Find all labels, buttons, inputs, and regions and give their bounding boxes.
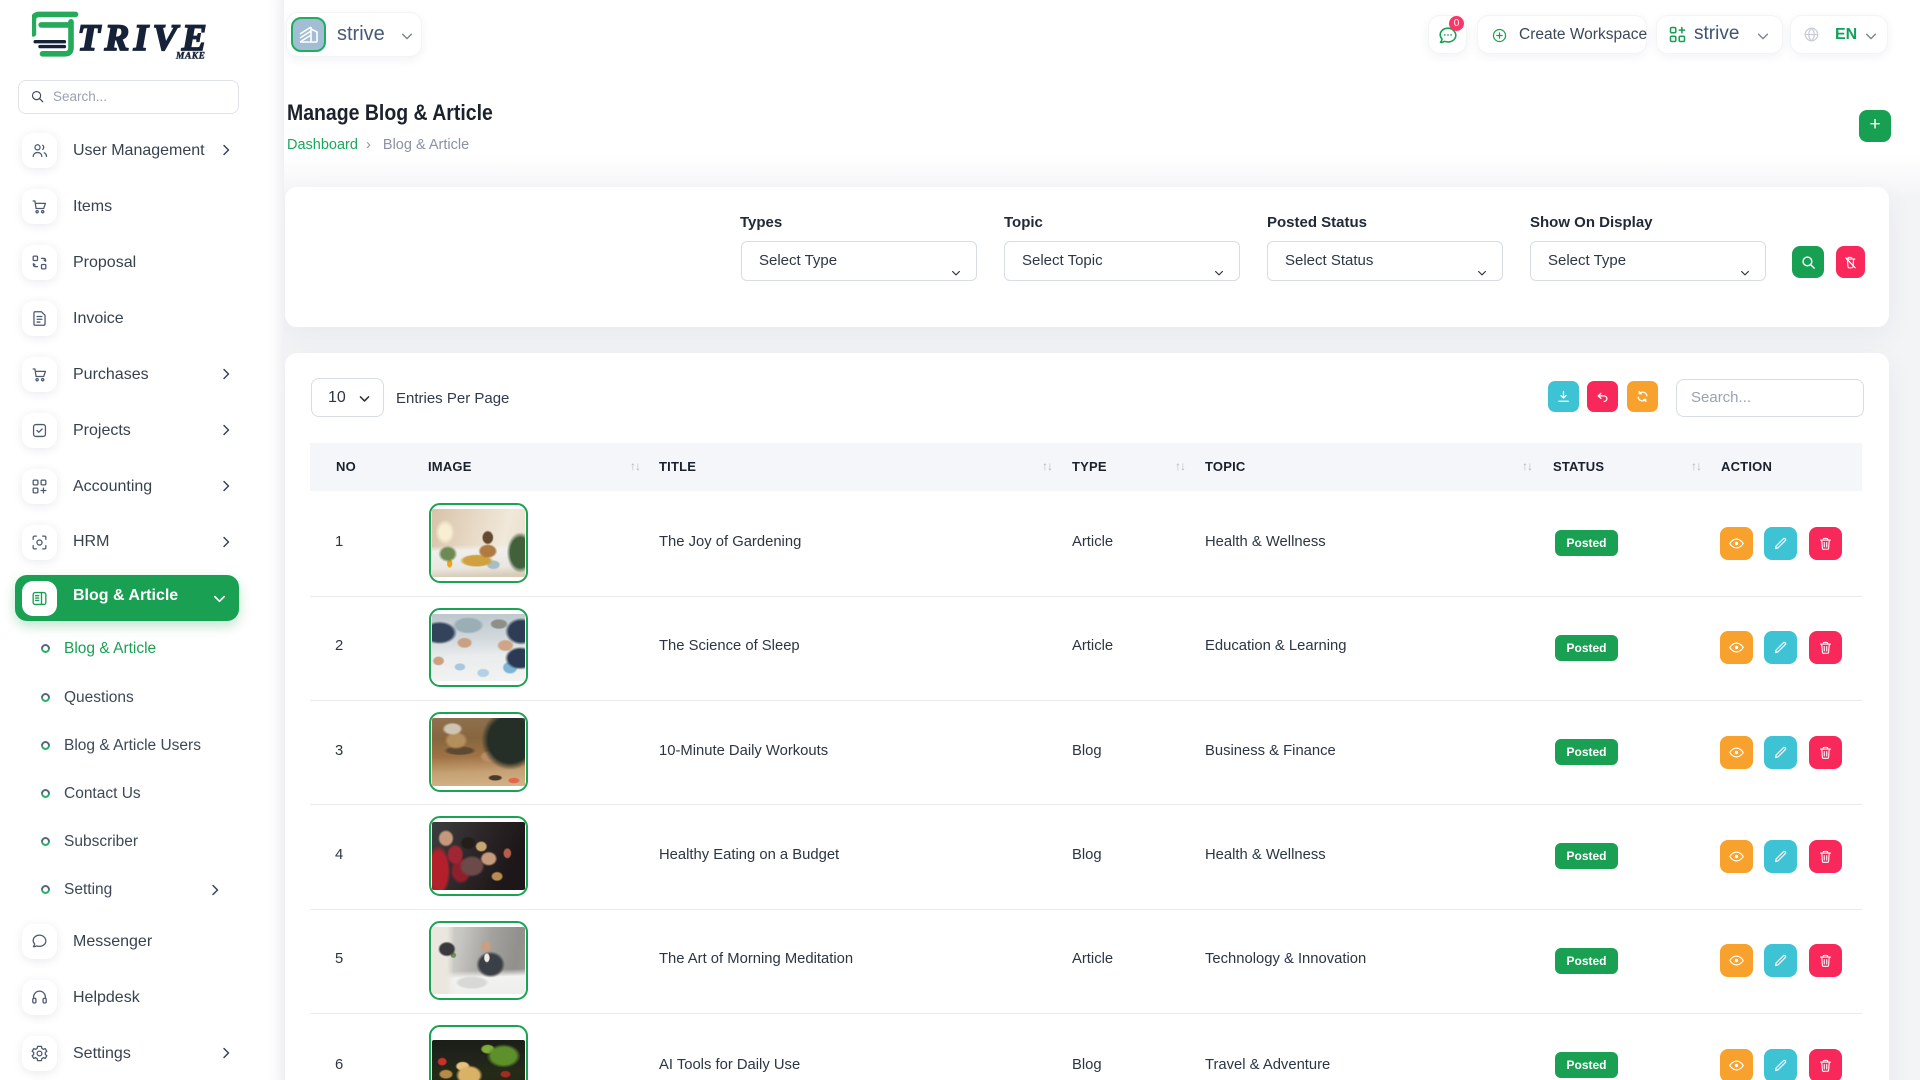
svg-text:MAKE: MAKE (175, 52, 205, 62)
